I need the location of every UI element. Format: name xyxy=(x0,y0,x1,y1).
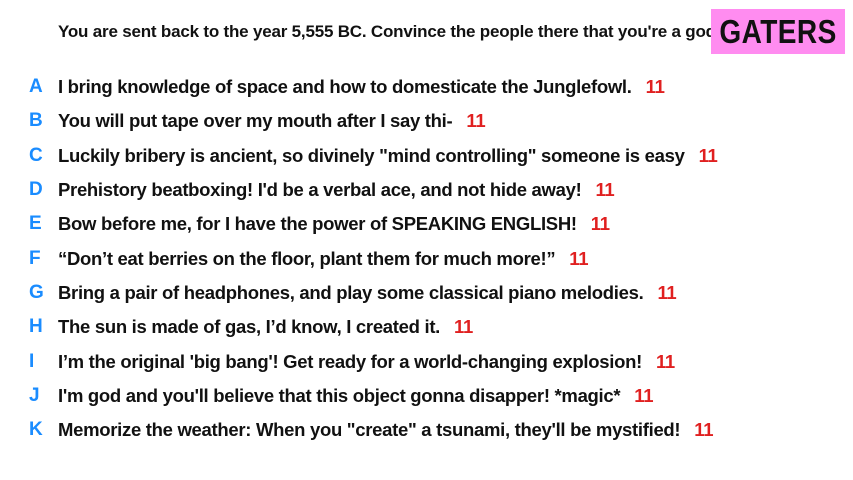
answer-score: 11 xyxy=(466,110,486,132)
answer-row-d[interactable]: D Prehistory beatboxing! I'd be a verbal… xyxy=(0,173,853,207)
answer-letter: B xyxy=(29,110,43,132)
answer-text: “Don’t eat berries on the floor, plant t… xyxy=(58,247,589,270)
answer-letter: F xyxy=(29,247,41,269)
answer-score: 11 xyxy=(595,179,615,201)
answer-text: Bow before me, for I have the power of S… xyxy=(58,213,610,235)
team-badge: GATERS xyxy=(711,9,845,54)
answer-row-i[interactable]: I I’m the original 'big bang'! Get ready… xyxy=(0,344,853,378)
answer-row-h[interactable]: H The sun is made of gas, I’d know, I cr… xyxy=(0,310,853,344)
answer-text-content: I'm god and you'll believe that this obj… xyxy=(58,384,621,406)
answer-text-content: “Don’t eat berries on the floor, plant t… xyxy=(58,247,556,269)
answer-text: Bring a pair of headphones, and play som… xyxy=(58,281,677,304)
answer-row-g[interactable]: G Bring a pair of headphones, and play s… xyxy=(0,276,853,310)
answer-text-content: Luckily bribery is ancient, so divinely … xyxy=(58,144,685,166)
answer-text-content: Prehistory beatboxing! I'd be a verbal a… xyxy=(58,179,582,201)
answer-text-content: The sun is made of gas, I’d know, I crea… xyxy=(58,316,441,338)
answer-score: 11 xyxy=(634,384,654,406)
answer-score: 11 xyxy=(454,316,473,338)
answer-text: Prehistory beatboxing! I'd be a verbal a… xyxy=(58,179,615,201)
answer-letter: G xyxy=(29,281,44,303)
answer-letter: I xyxy=(29,350,35,372)
answer-text: Luckily bribery is ancient, so divinely … xyxy=(58,145,718,167)
answer-text-content: You will put tape over my mouth after I … xyxy=(58,110,453,132)
answer-letter: C xyxy=(29,144,43,166)
answer-row-c[interactable]: C Luckily bribery is ancient, so divinel… xyxy=(0,139,853,173)
answer-text-content: I bring knowledge of space and how to do… xyxy=(58,76,632,98)
answer-row-k[interactable]: K Memorize the weather: When you "create… xyxy=(0,413,853,447)
team-name: GATERS xyxy=(719,12,837,50)
answer-text: Memorize the weather: When you "create" … xyxy=(58,419,714,441)
answer-row-b[interactable]: B You will put tape over my mouth after … xyxy=(0,104,853,138)
answer-row-f[interactable]: F “Don’t eat berries on the floor, plant… xyxy=(0,241,853,275)
answer-list: A I bring knowledge of space and how to … xyxy=(0,70,853,447)
answer-text: I'm god and you'll believe that this obj… xyxy=(58,384,654,407)
answer-text: I bring knowledge of space and how to do… xyxy=(58,76,665,98)
answer-row-a[interactable]: A I bring knowledge of space and how to … xyxy=(0,70,853,104)
answer-text-content: Bring a pair of headphones, and play som… xyxy=(58,281,644,303)
prompt-text: You are sent back to the year 5,555 BC. … xyxy=(58,22,721,41)
answer-letter: D xyxy=(29,179,43,201)
answer-score: 11 xyxy=(655,350,675,372)
answer-text-content: Bow before me, for I have the power of S… xyxy=(58,213,577,235)
answer-text: The sun is made of gas, I’d know, I crea… xyxy=(58,316,473,338)
answer-text-content: I’m the original 'big bang'! Get ready f… xyxy=(58,350,642,372)
answer-score: 11 xyxy=(657,281,677,303)
answer-letter: A xyxy=(29,76,43,98)
answer-letter: E xyxy=(29,213,42,235)
answer-text: You will put tape over my mouth after I … xyxy=(58,110,486,132)
answer-score: 11 xyxy=(698,144,718,166)
answer-row-e[interactable]: E Bow before me, for I have the power of… xyxy=(0,207,853,241)
answer-letter: K xyxy=(29,419,43,441)
answer-text: I’m the original 'big bang'! Get ready f… xyxy=(58,351,675,373)
answer-score: 11 xyxy=(645,76,665,98)
answer-text-content: Memorize the weather: When you "create" … xyxy=(58,419,681,441)
answer-score: 11 xyxy=(569,247,589,269)
answer-score: 11 xyxy=(694,419,714,441)
answer-score: 11 xyxy=(590,213,610,235)
answer-letter: J xyxy=(29,384,40,406)
answer-row-j[interactable]: J I'm god and you'll believe that this o… xyxy=(0,379,853,413)
answer-letter: H xyxy=(29,316,43,338)
